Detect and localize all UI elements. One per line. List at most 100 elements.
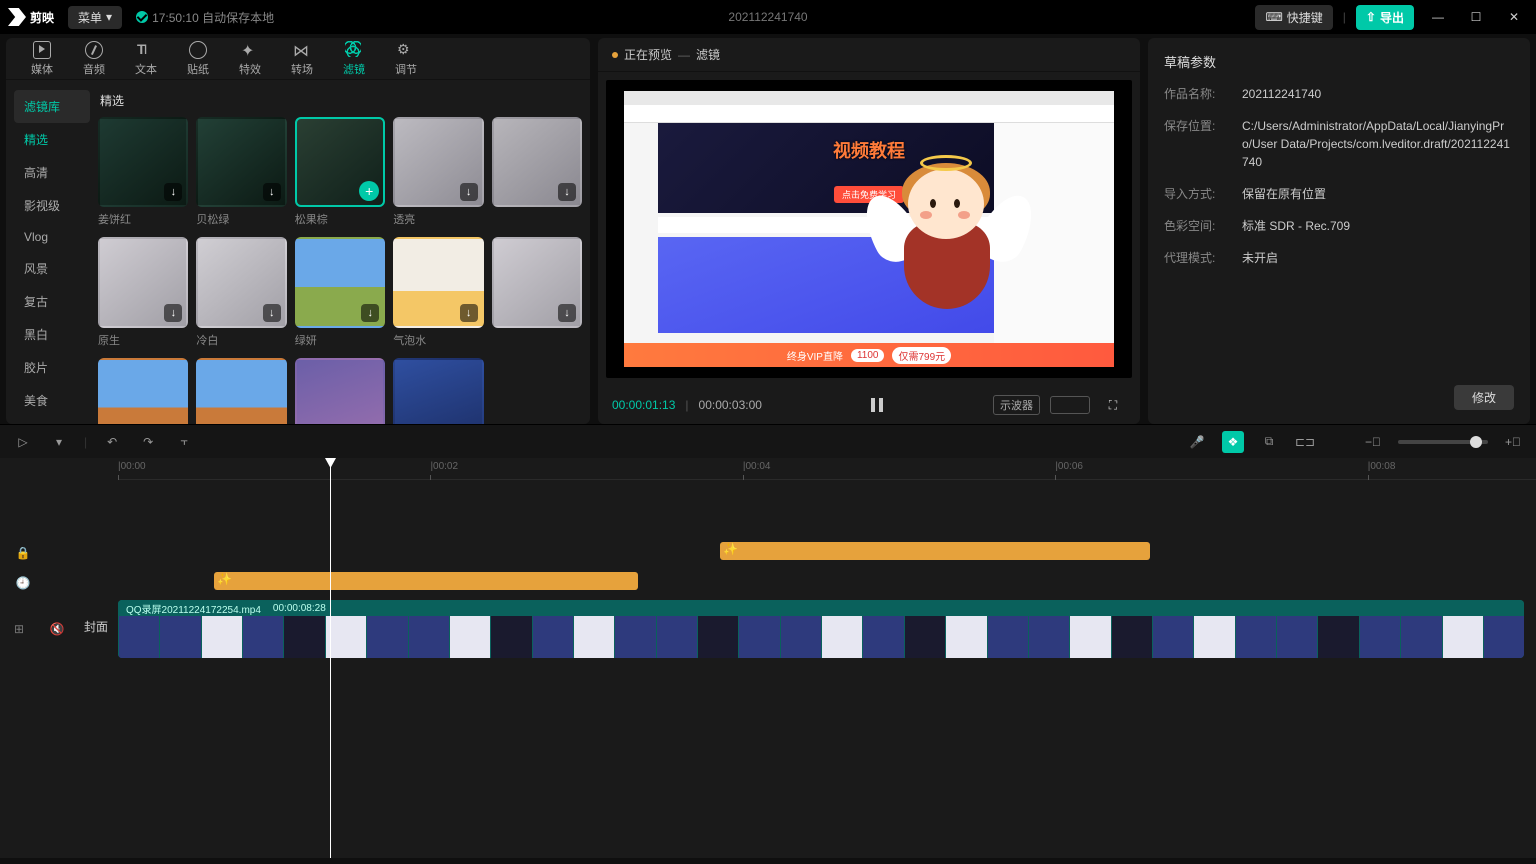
category-item[interactable]: 高清 (6, 156, 98, 189)
download-icon[interactable] (164, 304, 182, 322)
filter-thumb (492, 237, 582, 327)
category-item[interactable]: 影视级 (6, 189, 98, 222)
pointer-tool[interactable]: ▷ (12, 431, 34, 453)
filter-library[interactable]: 滤镜库 (14, 90, 90, 123)
redo-button[interactable]: ↷ (137, 431, 159, 453)
video-clip[interactable]: QQ录屏20211224172254.mp4 00:00:08:28 (118, 600, 1524, 658)
undo-button[interactable]: ↶ (101, 431, 123, 453)
tab-effect[interactable]: 特效 (224, 41, 276, 77)
filter-thumb (98, 358, 188, 424)
category-item[interactable]: 精选 (6, 123, 98, 156)
ruler-tick: |00:08 (1368, 461, 1396, 472)
close-button[interactable]: ✕ (1500, 3, 1528, 31)
filter-card[interactable]: 透亮 (393, 117, 483, 227)
shortcuts-button[interactable]: ⌨ 快捷键 (1255, 5, 1332, 30)
download-icon[interactable] (263, 304, 281, 322)
fullscreen-button[interactable]: ⛶ (1100, 394, 1126, 416)
playhead[interactable] (330, 458, 331, 858)
effect-clip-2[interactable]: ✨ (720, 542, 1150, 560)
mute-icon[interactable]: 🔇 (48, 620, 66, 638)
tab-filter[interactable]: 滤镜 (328, 41, 380, 77)
filter-card[interactable]: 原生 (98, 237, 188, 347)
link-button[interactable]: ⧉ (1258, 431, 1280, 453)
filter-card[interactable]: 贝松绿 (196, 117, 286, 227)
prop-row: 色彩空间: 标准 SDR - Rec.709 (1164, 217, 1514, 235)
filter-thumb (393, 358, 483, 424)
tab-audio[interactable]: 音频 (68, 41, 120, 77)
lock-icon[interactable]: 🔒 (14, 544, 32, 562)
filter-card[interactable]: 姜饼红 (98, 117, 188, 227)
filter-card[interactable] (196, 358, 286, 424)
zoom-in-button[interactable]: +⃝ (1502, 431, 1524, 453)
category-item[interactable]: 复古 (6, 285, 98, 318)
add-icon[interactable]: + (359, 181, 379, 201)
time-duration: 00:00:03:00 (699, 398, 762, 412)
export-label: 导出 (1380, 9, 1404, 26)
filter-card[interactable] (98, 358, 188, 424)
tab-adjust[interactable]: 调节 (380, 41, 432, 77)
category-item[interactable]: 黑白 (6, 318, 98, 351)
scope-button[interactable]: 示波器 (993, 395, 1040, 415)
tab-media[interactable]: 媒体 (16, 41, 68, 77)
filter-categories: 滤镜库 精选高清影视级Vlog风景复古黑白胶片美食 (6, 80, 98, 424)
tab-label: 贴纸 (187, 61, 209, 77)
pause-button[interactable] (864, 394, 890, 416)
filter-card[interactable] (393, 358, 483, 424)
clock-icon[interactable]: 🕘 (14, 574, 32, 592)
status-dot-icon (612, 52, 618, 58)
tab-sticker[interactable]: 贴纸 (172, 41, 224, 77)
filter-card[interactable]: + 松果棕 (295, 117, 385, 227)
timeline[interactable]: |00:00|00:02|00:04|00:06|00:08 🔒 🕘 ⊞ 🔇 封… (0, 458, 1536, 858)
tab-transition[interactable]: 转场 (276, 41, 328, 77)
menu-label: 菜单 (78, 9, 102, 26)
category-item[interactable]: 风景 (6, 252, 98, 285)
zoom-slider[interactable] (1398, 440, 1488, 444)
download-icon[interactable] (263, 183, 281, 201)
download-icon[interactable] (460, 183, 478, 201)
prop-key: 保存位置: (1164, 117, 1224, 171)
prop-val: 未开启 (1242, 249, 1514, 267)
split-tool[interactable]: ⫟ (173, 431, 195, 453)
minimize-button[interactable]: — (1424, 3, 1452, 31)
category-item[interactable]: Vlog (6, 222, 98, 252)
category-item[interactable]: 美食 (6, 384, 98, 417)
preview-viewport[interactable]: 视频教程点击免费学习 终身VIP直降 1100 仅需799元 (606, 80, 1132, 378)
asset-tabs: 媒体 音频 文本 贴纸 特效 转场 滤镜 调节 (6, 38, 590, 80)
cover-button[interactable]: 封面 (84, 618, 108, 635)
modify-button[interactable]: 修改 (1454, 385, 1514, 410)
app-name: 剪映 (30, 9, 54, 26)
magnet-button[interactable]: ❖ (1222, 431, 1244, 453)
expand-icon[interactable]: ⊞ (10, 620, 28, 638)
filter-name: 松果棕 (295, 207, 385, 227)
filter-name: 透亮 (393, 207, 483, 227)
ruler-tick: |00:06 (1055, 461, 1083, 472)
filter-card[interactable]: 气泡水 (393, 237, 483, 347)
category-item[interactable]: 胶片 (6, 351, 98, 384)
export-button[interactable]: ⇧ 导出 (1356, 5, 1414, 30)
download-icon[interactable] (460, 304, 478, 322)
filter-card[interactable] (492, 117, 582, 227)
tab-text[interactable]: 文本 (120, 41, 172, 77)
download-icon[interactable] (558, 183, 576, 201)
effect-clip-1[interactable]: ✨ (214, 572, 638, 590)
maximize-button[interactable]: ☐ (1462, 3, 1490, 31)
menu-button[interactable]: 菜单 ▾ (68, 6, 122, 29)
filter-card[interactable]: 绿妍 (295, 237, 385, 347)
prop-row: 作品名称: 202112241740 (1164, 85, 1514, 103)
zoom-out-button[interactable]: −⃝ (1362, 431, 1384, 453)
download-icon[interactable] (164, 183, 182, 201)
preview-cut-button[interactable]: ⊏⊐ (1294, 431, 1316, 453)
text-icon (137, 41, 155, 59)
filter-card[interactable]: 冷白 (196, 237, 286, 347)
filter-card[interactable] (492, 237, 582, 347)
download-icon[interactable] (558, 304, 576, 322)
grid-heading: 精选 (98, 88, 582, 117)
filter-card[interactable] (295, 358, 385, 424)
preview-label-b: 滤镜 (696, 46, 720, 63)
prop-val: C:/Users/Administrator/AppData/Local/Jia… (1242, 117, 1514, 171)
pointer-dropdown[interactable]: ▾ (48, 431, 70, 453)
angel-sticker (874, 153, 1024, 323)
download-icon[interactable] (361, 304, 379, 322)
mic-button[interactable]: 🎤 (1186, 431, 1208, 453)
ratio-selector[interactable] (1050, 396, 1090, 414)
